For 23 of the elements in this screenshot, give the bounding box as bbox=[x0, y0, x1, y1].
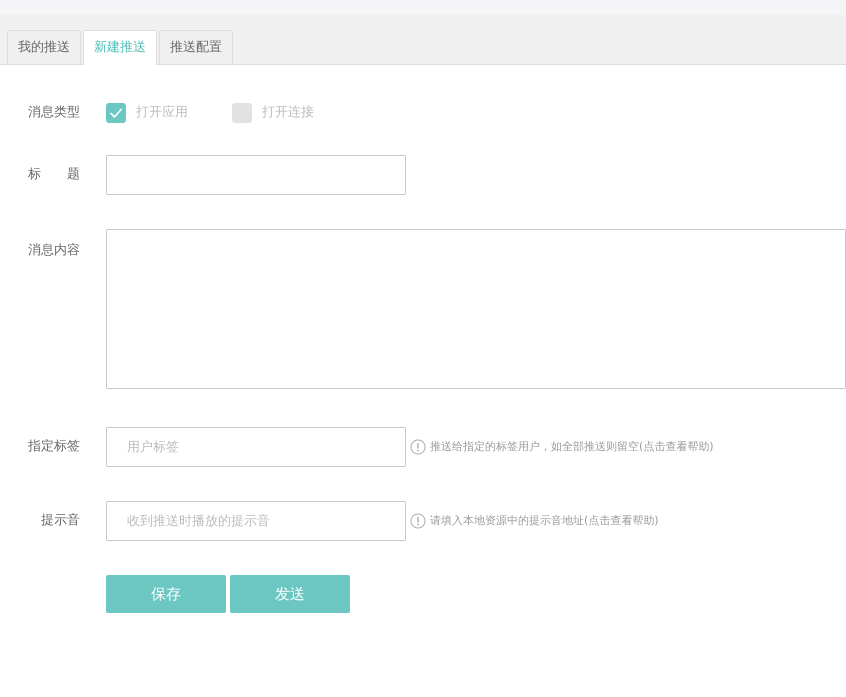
text-input[interactable]: 用户标签 bbox=[106, 427, 406, 467]
checkbox-label: 打开连接 bbox=[262, 104, 314, 122]
tab[interactable]: 推送配置 bbox=[159, 30, 233, 65]
field-label: 指定标签 bbox=[28, 439, 80, 454]
help-hint: 推送给指定的标签用户，如全部推送则留空(点击查看帮助) bbox=[430, 438, 714, 455]
checkbox[interactable] bbox=[106, 103, 126, 123]
content-textarea[interactable] bbox=[106, 229, 846, 389]
checkbox-label: 打开应用 bbox=[136, 104, 188, 122]
info-icon bbox=[410, 513, 426, 529]
tab[interactable]: 我的推送 bbox=[7, 30, 81, 65]
checkbox[interactable] bbox=[232, 103, 252, 123]
action-button[interactable]: 保存 bbox=[106, 575, 226, 613]
text-input[interactable]: 收到推送时播放的提示音 bbox=[106, 501, 406, 541]
field-label: 提示音 bbox=[41, 513, 80, 528]
field-label: 消息内容 bbox=[28, 243, 80, 258]
help-hint: 请填入本地资源中的提示音地址(点击查看帮助) bbox=[430, 512, 659, 529]
action-button[interactable]: 发送 bbox=[230, 575, 350, 613]
info-icon bbox=[410, 439, 426, 455]
field-label: 标 题 bbox=[28, 167, 80, 182]
tab[interactable]: 新建推送 bbox=[83, 30, 157, 65]
field-label: 消息类型 bbox=[28, 105, 80, 120]
checkmark-icon bbox=[109, 107, 123, 119]
title-input[interactable] bbox=[106, 155, 406, 195]
